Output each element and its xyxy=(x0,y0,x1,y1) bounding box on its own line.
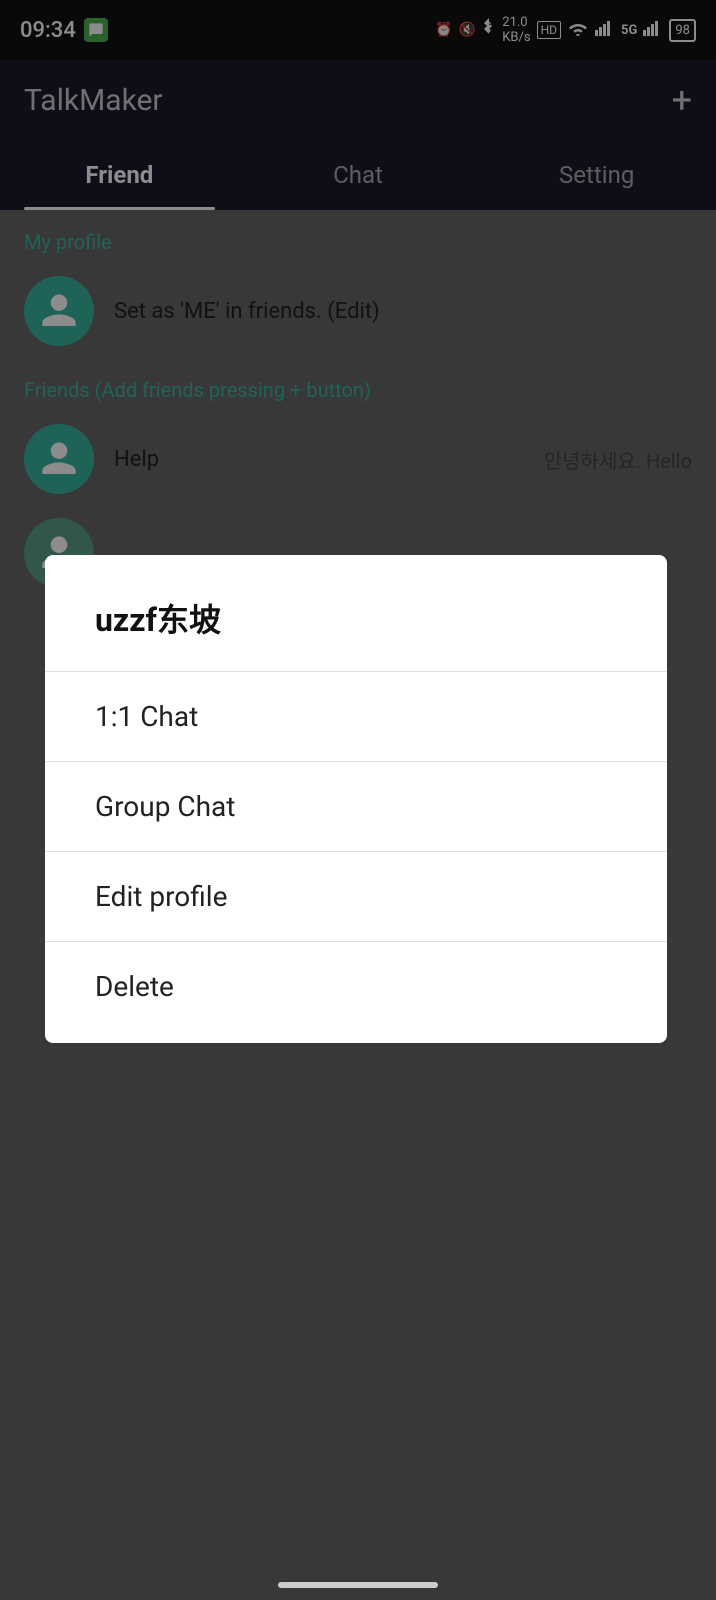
home-indicator xyxy=(278,1582,438,1588)
modal-username: uzzf东坡 xyxy=(95,595,617,641)
menu-item-group-chat[interactable]: Group Chat xyxy=(95,762,617,851)
context-menu-modal: uzzf东坡 1:1 Chat Group Chat Edit profile … xyxy=(45,555,667,1043)
menu-item-delete[interactable]: Delete xyxy=(95,942,617,1003)
menu-item-edit-profile[interactable]: Edit profile xyxy=(95,852,617,941)
menu-item-one-chat[interactable]: 1:1 Chat xyxy=(95,672,617,761)
